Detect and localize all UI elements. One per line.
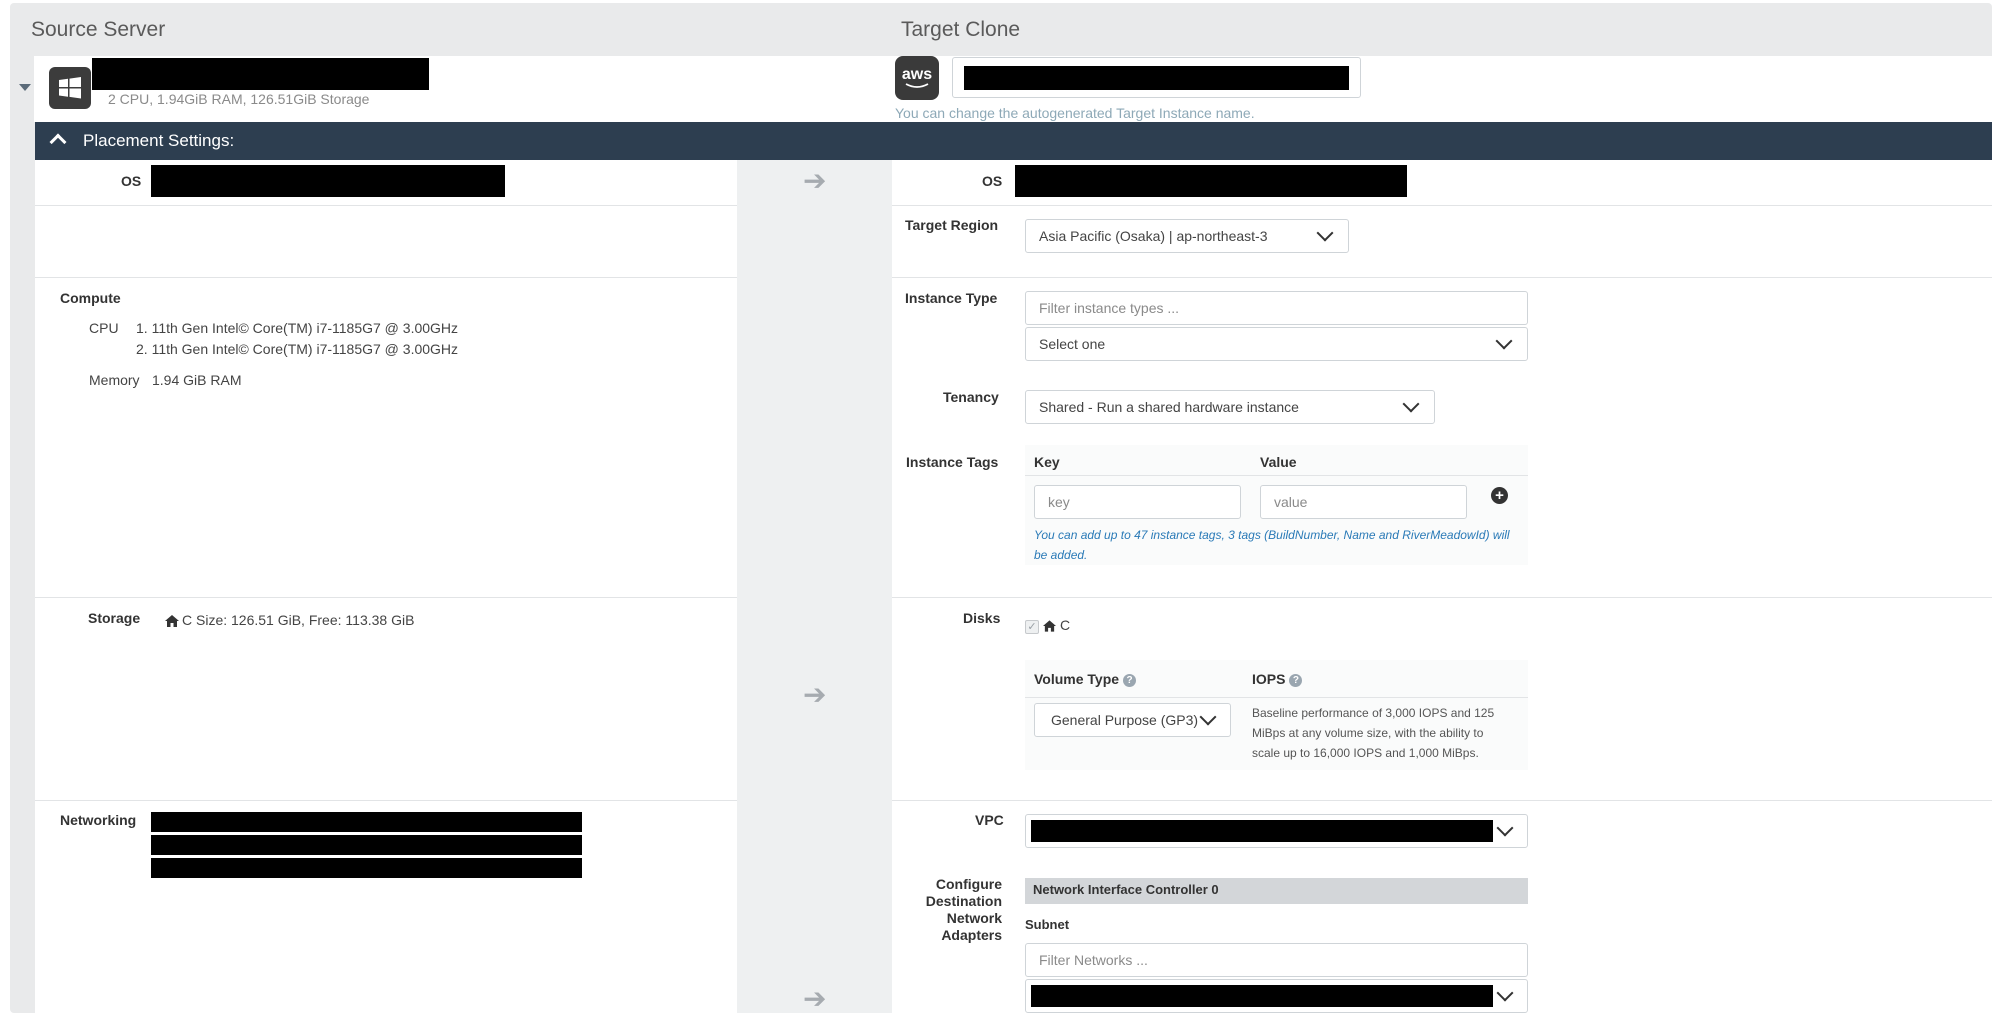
row-divider [892,800,1992,801]
chevron-down-icon [1199,708,1217,726]
row-divider [35,800,737,801]
tags-value-header: Value [1260,454,1297,470]
windows-icon [49,67,91,109]
chevron-down-icon [1316,224,1334,242]
row-divider [892,277,1992,278]
disk-name: C [1060,617,1071,633]
subnet-value-redacted [1031,985,1493,1007]
volume-header-divider [1025,697,1528,698]
iops-note: Baseline performance of 3,000 IOPS and 1… [1252,706,1495,760]
subnet-label: Subnet [1025,917,1070,932]
iops-label: IOPS? [1252,671,1303,687]
source-server-specs: 2 CPU, 1.94GiB RAM, 126.51GiB Storage [108,91,370,107]
cpu-item: 2. 11th Gen Intel© Core(TM) i7-1185G7 @ … [136,341,459,357]
instance-type-select[interactable]: Select one [1025,327,1528,361]
arrow-gutter [737,160,892,1013]
target-instance-name-input[interactable] [952,57,1361,98]
help-icon[interactable]: ? [1289,674,1303,687]
subnet-select[interactable] [1025,979,1528,1013]
tags-note: You can add up to 47 instance tags, 3 ta… [1034,528,1510,562]
collapse-caret-icon[interactable] [19,84,31,91]
target-os-label: OS [982,173,1003,189]
row-divider [892,205,1992,206]
volume-type-value: General Purpose (GP3) [1051,712,1199,728]
tags-key-header: Key [1034,454,1060,470]
row-divider [35,205,737,206]
vpc-value-redacted [1031,820,1493,842]
compute-label: Compute [60,290,121,306]
tag-key-input[interactable]: key [1034,485,1241,519]
tenancy-value: Shared - Run a shared hardware instance [1039,399,1299,415]
row-divider [892,597,1992,598]
instance-type-value: Select one [1039,336,1106,352]
target-region-select[interactable]: Asia Pacific (Osaka) | ap-northeast-3 [1025,219,1349,253]
tag-value-input[interactable]: value [1260,485,1467,519]
aws-icon: aws [895,56,939,100]
nic-title: Network Interface Controller 0 [1025,878,1528,904]
network-entry-redacted [151,812,582,832]
placement-settings-title: Placement Settings: [83,131,235,150]
cpu-label: CPU [89,320,119,336]
source-server-name-redacted [92,58,429,90]
volume-type-label: Volume Type? [1034,671,1137,687]
target-os-value-redacted [1015,165,1407,197]
chevron-down-icon [1496,984,1514,1002]
chevron-down-icon [1402,395,1420,413]
tenancy-select[interactable]: Shared - Run a shared hardware instance [1025,390,1435,424]
row-divider [35,597,737,598]
arrow-right-icon: ➔ [803,983,827,1014]
home-icon [1043,620,1056,632]
chevron-down-icon [1496,819,1514,837]
target-name-hint: You can change the autogenerated Target … [895,105,1255,121]
memory-value: 1.94 GiB RAM [152,372,242,388]
vpc-label: VPC [975,812,1004,828]
memory-label: Memory [89,372,140,388]
source-panel [35,160,737,1013]
storage-label: Storage [88,610,141,626]
volume-type-select[interactable]: General Purpose (GP3) [1034,703,1231,737]
cpu-item: 1. 11th Gen Intel© Core(TM) i7-1185G7 @ … [136,320,459,336]
chevron-up-icon[interactable] [49,133,67,151]
source-server-heading: Source Server [31,18,166,41]
target-region-label: Target Region [905,217,999,233]
subnet-filter-input[interactable]: Filter Networks ... [1025,943,1528,977]
source-os-value-redacted [151,165,505,197]
chevron-down-icon [1495,332,1513,350]
networking-label: Networking [60,812,137,828]
instance-type-filter-input[interactable]: Filter instance types ... [1025,291,1528,325]
disks-label: Disks [963,610,1001,626]
configure-adapters-label: Configure Destination Network Adapters [925,876,1002,943]
tags-header-divider [1025,475,1528,476]
instance-tags-label: Instance Tags [906,454,999,470]
target-clone-heading: Target Clone [901,18,1021,41]
network-entry-redacted [151,858,582,878]
home-icon [165,615,179,627]
vpc-select[interactable] [1025,814,1528,848]
add-tag-icon[interactable]: + [1491,487,1508,504]
target-instance-name-redacted [964,65,1349,90]
arrow-right-icon: ➔ [803,165,827,196]
arrow-right-icon: ➔ [803,679,827,710]
disk-c-checkbox[interactable]: ✓ [1025,620,1039,634]
network-entry-redacted [151,835,582,855]
tenancy-label: Tenancy [943,389,999,405]
source-os-label: OS [121,173,142,189]
row-divider [35,277,737,278]
placement-settings-bar[interactable]: Placement Settings: [35,122,1992,160]
storage-value: C Size: 126.51 GiB, Free: 113.38 GiB [182,612,415,628]
target-region-value: Asia Pacific (Osaka) | ap-northeast-3 [1039,228,1268,244]
help-icon[interactable]: ? [1123,674,1137,687]
instance-type-label: Instance Type [905,290,998,306]
